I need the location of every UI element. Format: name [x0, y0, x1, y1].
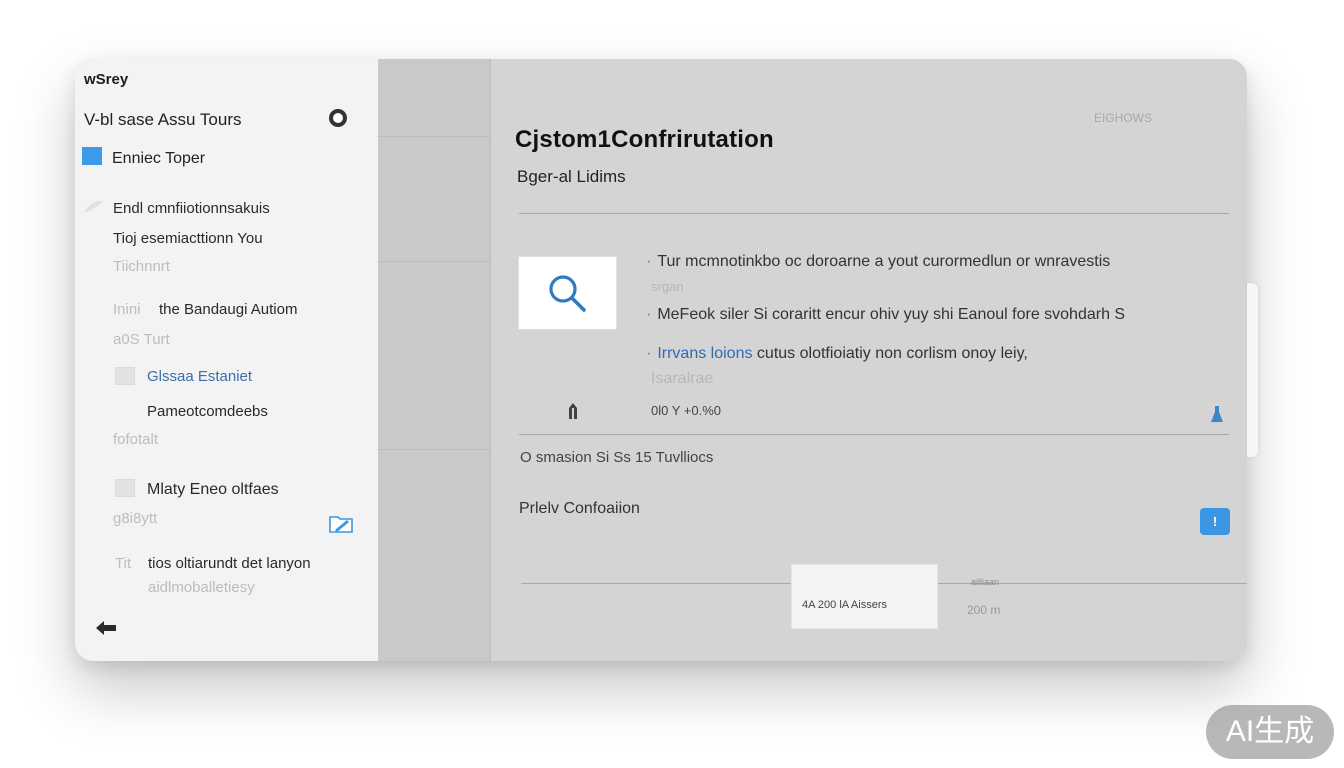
page-subtitle: Bger-al Lidims	[517, 167, 626, 186]
watermark-badge: AI生成	[1206, 705, 1334, 759]
bullet-link[interactable]: Irrvans loions	[657, 345, 752, 362]
list-divider	[378, 136, 491, 137]
app-window: wSrey V-bl sase Assu Tours Enniec Toper …	[75, 59, 1247, 661]
sidebar-item-2[interactable]: the Bandaugi Autiom	[159, 301, 297, 318]
config-label[interactable]: Prlelv Confoaiion	[519, 500, 640, 518]
checkbox-icon[interactable]	[115, 367, 135, 385]
sidebar-item-4-desc: fofotalt	[113, 431, 159, 448]
sidebar-item-3[interactable]: Glssaa Estaniet	[147, 368, 252, 385]
corner-label[interactable]: EIGHOWS	[1094, 111, 1152, 125]
sidebar-item-0[interactable]: Endl cmnfiiotionnsakuis	[113, 200, 270, 217]
sidebar-item-5[interactable]: Mlaty Eneo oltfaes	[147, 481, 279, 499]
list-column	[378, 59, 491, 661]
search-thumbnail[interactable]	[518, 256, 617, 330]
main-panel: EIGHOWS Cjstom1Confrirutation Bger-al Li…	[491, 59, 1247, 661]
bullet-item-2: · Irrvans loions cutus olotfioiatiy non c…	[646, 345, 1028, 362]
sidebar-item-4[interactable]: Pameotcomdeebs	[147, 403, 268, 420]
bullet-item-1: · MeFeok siler Si coraritt encur ohiv yuy…	[646, 306, 1126, 323]
sidebar-item-1-desc: Tiichnnrt	[113, 258, 170, 275]
folder-edit-icon[interactable]	[329, 513, 353, 533]
sidebar-item-5-desc: g8i8ytt	[113, 510, 158, 527]
sidebar-item-2-desc: a0S Turt	[113, 331, 170, 348]
bullet-item-2-desc: Isaralrae	[651, 370, 714, 387]
bullet-item-0: · Tur mcmnotinkbo oc doroarne a yout curo…	[646, 253, 1111, 270]
divider	[519, 213, 1229, 214]
info-card[interactable]: 4A 200 lA Aissers	[791, 564, 938, 629]
sidebar-topic[interactable]: Enniec Toper	[112, 150, 205, 168]
card-side-label: 200 m	[967, 603, 1001, 617]
flask-icon[interactable]	[1210, 405, 1224, 423]
list-divider	[378, 449, 491, 450]
search-icon	[549, 275, 586, 312]
sidebar-item-1[interactable]: Tioj esemiacttionn You	[113, 230, 263, 247]
radio-toggle-icon[interactable]	[329, 109, 347, 127]
info-button[interactable]: !	[1200, 508, 1230, 535]
status-line: O smasion Si Ss 15 Tuvlliocs	[520, 449, 714, 466]
divider	[519, 434, 1229, 435]
sidebar-item-6[interactable]: tios oltiarundt det lanyon	[148, 555, 311, 572]
card-text: 4A 200 lA Aissers	[802, 599, 887, 611]
sidebar-item-6-prefix: Tit	[115, 555, 132, 572]
bullet-item-0-desc: srgan	[651, 279, 684, 294]
list-divider	[378, 261, 491, 262]
value-readout: 0l0 Y +0.%0	[651, 403, 721, 418]
marker-icon	[569, 403, 577, 419]
back-arrow-icon[interactable]	[94, 619, 118, 637]
page-title: Cjstom1Confrirutation	[515, 126, 774, 153]
sidebar-item-6-desc: aidlmoballetiesy	[148, 579, 255, 596]
sidebar: wSrey V-bl sase Assu Tours Enniec Toper …	[75, 59, 378, 661]
sidebar-item-2-prefix: Inini	[113, 301, 141, 318]
sidebar-subtitle: V-bl sase Assu Tours	[84, 110, 242, 129]
scroll-handle[interactable]	[1247, 283, 1258, 457]
feather-icon	[84, 200, 104, 213]
card-top-label: ailliaan	[971, 577, 1000, 587]
checkbox-icon[interactable]	[115, 479, 135, 497]
topic-square-icon	[82, 147, 102, 165]
sidebar-title: wSrey	[84, 71, 129, 88]
